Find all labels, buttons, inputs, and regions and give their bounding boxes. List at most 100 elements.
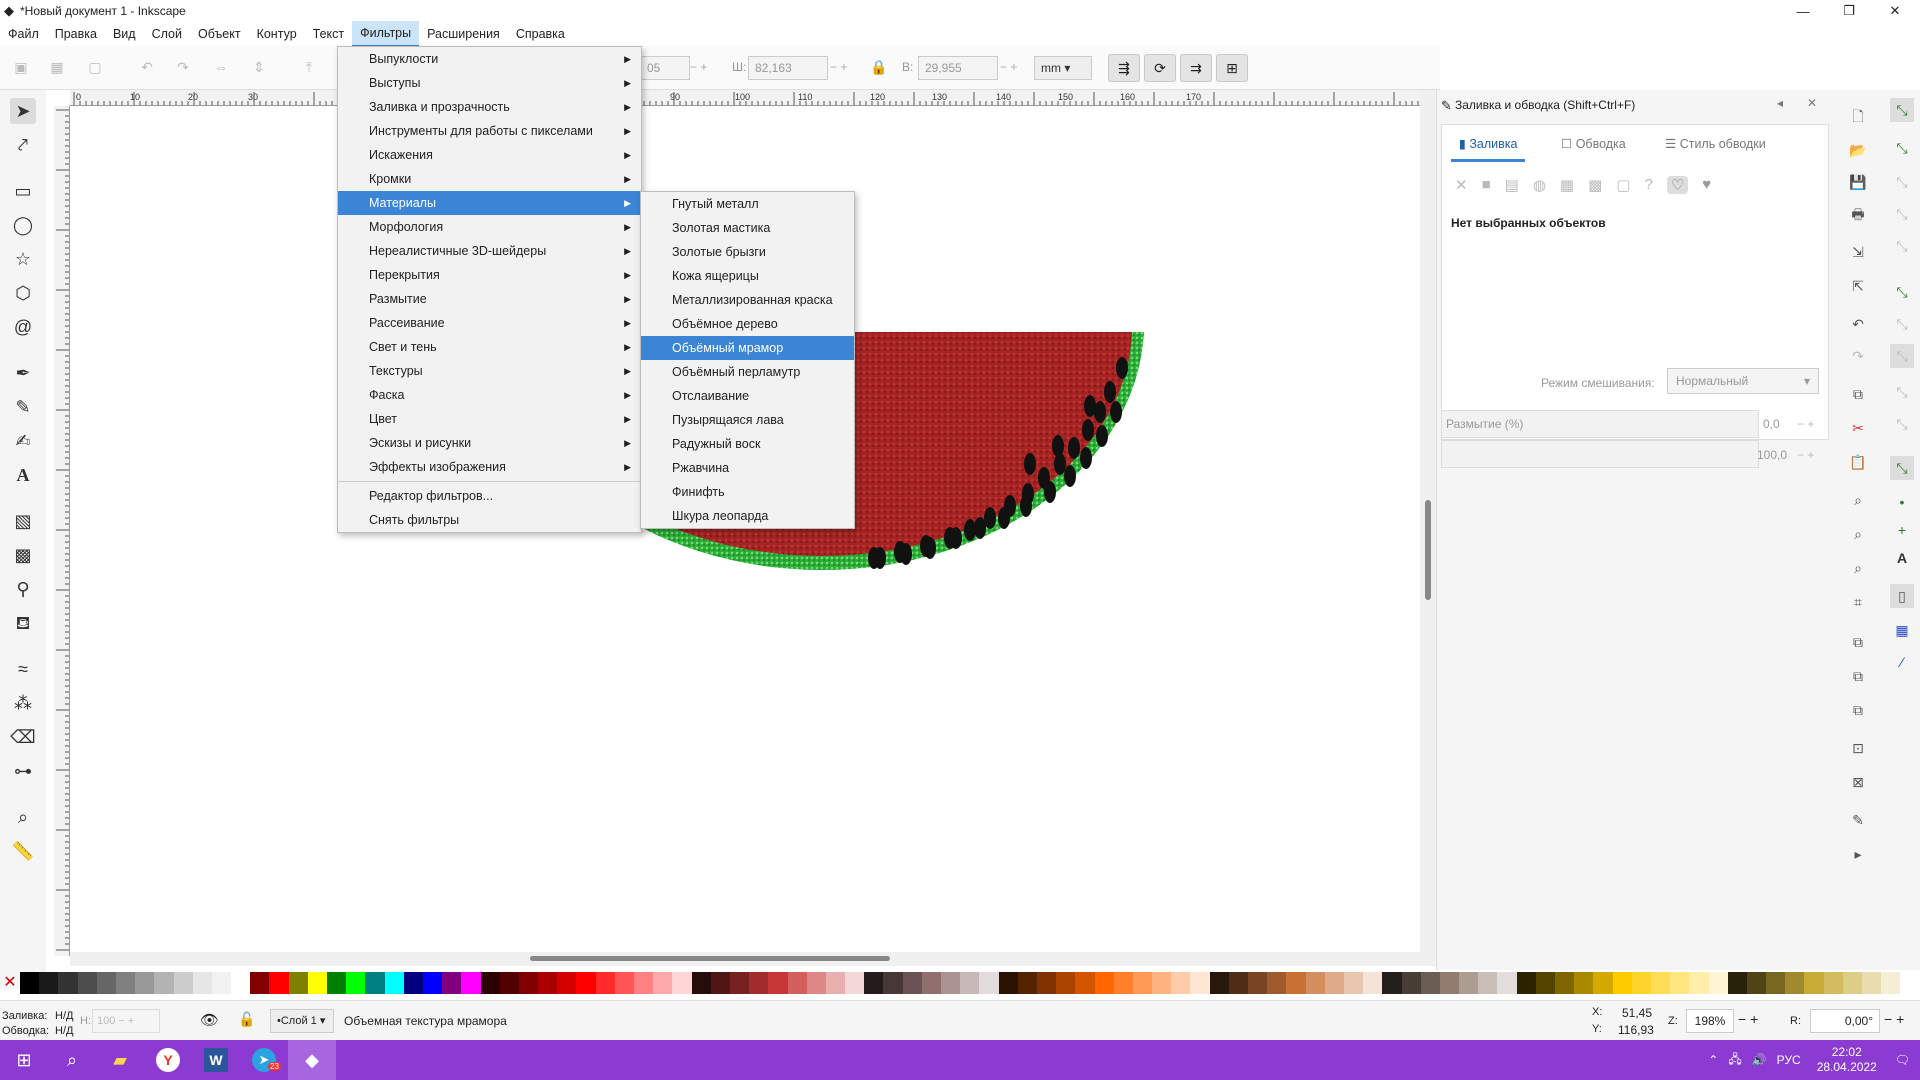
spiral-tool-icon[interactable]: @ — [10, 314, 36, 340]
dropper-tool-icon[interactable]: ⚲ — [10, 576, 36, 602]
snap-bbox-midpoint-icon[interactable]: ⤡ — [1890, 234, 1914, 258]
color-swatch[interactable] — [1804, 972, 1824, 994]
color-swatch[interactable] — [806, 972, 826, 994]
fill-rule-evenodd-icon[interactable]: ♡ — [1666, 176, 1689, 194]
color-swatch[interactable] — [269, 972, 289, 994]
flip-vertical-icon[interactable]: ⇕ — [248, 56, 270, 78]
materials-menu-item[interactable]: Объёмный мрамор — [641, 336, 854, 360]
rectangle-tool-icon[interactable]: ▭ — [10, 178, 36, 204]
transform-patterns-button[interactable]: ⊞ — [1216, 54, 1248, 82]
blur-value[interactable]: 0,0 — [1763, 417, 1780, 431]
snap-bbox-corner-icon[interactable]: ⤡ — [1890, 202, 1914, 226]
no-paint-swatch[interactable]: ✕ — [0, 972, 20, 994]
color-swatch[interactable] — [518, 972, 539, 994]
menu-text[interactable]: Текст — [305, 22, 352, 46]
snap-path-icon[interactable]: ⤡ — [1890, 312, 1914, 336]
pattern-icon[interactable]: ▩ — [1588, 176, 1602, 194]
fill-indicator-value[interactable]: Н/Д — [55, 1010, 73, 1022]
duplicate-icon[interactable]: ⧉ — [1846, 630, 1870, 654]
color-swatch[interactable] — [461, 972, 481, 994]
measure-tool-icon[interactable]: 📏 — [10, 838, 36, 864]
materials-menu-item[interactable]: Отслаивание — [641, 384, 854, 408]
menu-edit[interactable]: Правка — [47, 22, 105, 46]
menu-path[interactable]: Контур — [249, 22, 305, 46]
color-swatch[interactable] — [231, 972, 251, 994]
color-swatch[interactable] — [480, 972, 500, 994]
color-swatch[interactable] — [653, 972, 673, 994]
filters-menu-item[interactable]: Эскизы и рисунки ▶ — [338, 431, 641, 455]
color-swatch[interactable] — [845, 972, 865, 994]
color-swatch[interactable] — [1248, 972, 1268, 994]
snap-smooth-icon[interactable]: ⤡ — [1890, 412, 1914, 436]
color-swatch[interactable] — [499, 972, 519, 994]
materials-menu-item[interactable]: Радужный воск — [641, 432, 854, 456]
color-swatch[interactable] — [538, 972, 558, 994]
paste-icon[interactable]: 📋 — [1846, 450, 1870, 474]
width-stepper[interactable]: − + — [830, 60, 847, 74]
materials-menu-item[interactable]: Ржавчина — [641, 456, 854, 480]
materials-menu-item[interactable]: Металлизированная краска — [641, 288, 854, 312]
print-icon[interactable]: 🖶 — [1846, 202, 1870, 226]
gradient-tool-icon[interactable]: ▧ — [10, 508, 36, 534]
clock[interactable]: 22:02 28.04.2022 — [1817, 1045, 1877, 1075]
color-swatch[interactable] — [902, 972, 922, 994]
color-swatch[interactable] — [1535, 972, 1555, 994]
word-icon[interactable]: W — [192, 1040, 240, 1080]
color-swatch[interactable] — [307, 972, 327, 994]
color-swatch[interactable] — [960, 972, 980, 994]
menu-file[interactable]: Файл — [0, 22, 47, 46]
x-field[interactable]: 05 — [640, 56, 690, 80]
vertical-scroll-thumb[interactable] — [1425, 500, 1431, 600]
color-swatch[interactable] — [1401, 972, 1421, 994]
stroke-indicator-value[interactable]: Н/Д — [55, 1025, 73, 1037]
lock-icon[interactable]: 🔒 — [868, 56, 890, 78]
filters-menu-item[interactable]: Искажения ▶ — [338, 143, 641, 167]
color-swatch[interactable] — [1823, 972, 1843, 994]
snap-grid-icon[interactable]: ▦ — [1890, 618, 1914, 642]
color-swatch[interactable] — [729, 972, 750, 994]
opacity-spin[interactable]: 100 − + — [92, 1009, 160, 1033]
tab-stroke-paint[interactable]: ☐ Обводка — [1561, 126, 1626, 162]
color-swatch[interactable] — [1574, 972, 1594, 994]
color-swatch[interactable] — [672, 972, 692, 994]
no-paint-icon[interactable]: ✕ — [1455, 176, 1468, 194]
layer-select[interactable]: •Слой 1 ▾ — [270, 1009, 334, 1033]
tab-stroke-style[interactable]: ☰ Стиль обводки — [1665, 126, 1766, 162]
x-stepper[interactable]: − + — [690, 60, 707, 74]
filters-menu-item[interactable]: Рассеивание ▶ — [338, 311, 641, 335]
paint-bucket-tool-icon[interactable]: ⛾ — [10, 610, 36, 636]
layer-lock-icon[interactable]: 🔓 — [238, 1011, 255, 1028]
color-swatch[interactable] — [1267, 972, 1287, 994]
color-swatch[interactable] — [1171, 972, 1191, 994]
mesh-gradient-icon[interactable]: ▦ — [1560, 176, 1574, 194]
unlink-clone-icon[interactable]: ⧉ — [1846, 698, 1870, 722]
color-swatch[interactable] — [1420, 972, 1440, 994]
color-swatch[interactable] — [691, 972, 711, 994]
color-swatch[interactable] — [595, 972, 615, 994]
color-swatch[interactable] — [634, 972, 654, 994]
color-swatch[interactable] — [1152, 972, 1172, 994]
copy-icon[interactable]: ⧉ — [1846, 382, 1870, 406]
text-tool-icon[interactable]: A — [10, 462, 36, 488]
snap-center-icon[interactable]: • — [1890, 490, 1914, 514]
color-swatch[interactable] — [1478, 972, 1498, 994]
swatch-icon[interactable]: ▢ — [1616, 176, 1630, 194]
color-swatch[interactable] — [115, 972, 136, 994]
tweak-tool-icon[interactable]: ≈ — [10, 656, 36, 682]
3d-box-tool-icon[interactable]: ⬡ — [10, 280, 36, 306]
close-button[interactable]: ✕ — [1872, 0, 1918, 22]
filters-menu-item[interactable]: Кромки ▶ — [338, 167, 641, 191]
snap-others-icon[interactable]: ⤡ — [1890, 456, 1914, 480]
color-swatch[interactable] — [1862, 972, 1882, 994]
materials-menu-item[interactable]: Пузырящаяся лава — [641, 408, 854, 432]
fill-rule-nonzero-icon[interactable]: ♥ — [1702, 176, 1711, 194]
color-swatch[interactable] — [1305, 972, 1325, 994]
pen-tool-icon[interactable]: ✒ — [10, 360, 36, 386]
menu-object[interactable]: Объект — [190, 22, 249, 46]
zoom-field[interactable]: 198% — [1686, 1009, 1734, 1033]
filters-menu-item[interactable]: Нереалистичные 3D-шейдеры ▶ — [338, 239, 641, 263]
vertical-scrollbar[interactable] — [1420, 90, 1436, 952]
filters-menu-item[interactable]: Перекрытия ▶ — [338, 263, 641, 287]
blur-field[interactable]: Размытие (%) — [1441, 410, 1759, 438]
telegram-icon[interactable]: ➤ 23 — [240, 1040, 288, 1080]
